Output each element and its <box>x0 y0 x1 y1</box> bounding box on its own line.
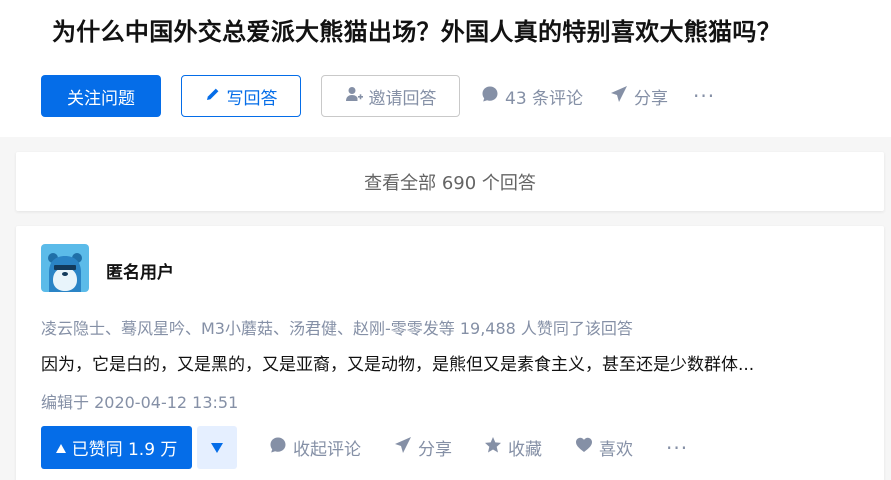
triangle-up-icon <box>55 438 72 458</box>
view-all-answers-label: 查看全部 690 个回答 <box>364 172 536 194</box>
follow-question-label: 关注问题 <box>67 88 135 109</box>
voters-text: 凌云隐士、蓦风星吟、M3小蘑菇、汤君健、赵刚-零零发等 19,488 人赞同了该… <box>41 319 633 338</box>
triangle-down-icon <box>211 438 223 457</box>
question-comments-button[interactable]: 43 条评论 <box>481 75 583 117</box>
answer-excerpt[interactable]: 因为，它是白的，又是黑的，又是亚裔，又是动物，是熊但又是素食主义，甚至还是少数群… <box>41 350 754 375</box>
follow-question-button[interactable]: 关注问题 <box>41 75 161 117</box>
paper-plane-icon <box>394 436 418 459</box>
answer-more-button[interactable]: ··· <box>666 426 688 469</box>
comment-bubble-icon <box>269 436 293 459</box>
vote-up-button[interactable]: 已赞同 1.9 万 <box>41 426 192 469</box>
question-more-button[interactable]: ··· <box>693 75 715 117</box>
question-title[interactable]: 为什么中国外交总爱派大熊猫出场？外国人真的特别喜欢大熊猫吗？ <box>52 14 891 50</box>
star-icon <box>484 436 508 459</box>
answer-card: 匿名用户 凌云隐士、蓦风星吟、M3小蘑菇、汤君健、赵刚-零零发等 19,488 … <box>16 226 884 480</box>
view-all-answers-button[interactable]: 查看全部 690 个回答 <box>16 152 884 211</box>
vote-up-label: 已赞同 1.9 万 <box>71 440 178 460</box>
answer-share-label: 分享 <box>418 440 452 460</box>
write-answer-button[interactable]: 写回答 <box>181 75 301 117</box>
author-name[interactable]: 匿名用户 <box>106 258 174 283</box>
question-share-button[interactable]: 分享 <box>610 75 668 117</box>
paper-plane-icon <box>610 85 634 108</box>
write-answer-label: 写回答 <box>226 88 278 109</box>
heart-icon <box>575 436 599 459</box>
like-button[interactable]: 喜欢 <box>575 426 633 469</box>
favorite-button[interactable]: 收藏 <box>484 426 542 469</box>
question-comments-label: 43 条评论 <box>505 88 584 109</box>
collapse-comments-button[interactable]: 收起评论 <box>269 426 361 469</box>
pencil-icon <box>205 86 227 107</box>
question-header: 为什么中国外交总爱派大熊猫出场？外国人真的特别喜欢大熊猫吗？ 关注问题 写回答 … <box>0 0 891 137</box>
invite-answer-label: 邀请回答 <box>368 88 437 109</box>
answer-share-button[interactable]: 分享 <box>394 426 452 469</box>
favorite-label: 收藏 <box>508 440 542 460</box>
vote-down-button[interactable] <box>197 426 237 469</box>
like-label: 喜欢 <box>599 440 633 460</box>
add-person-icon <box>345 86 369 107</box>
edited-time: 编辑于 2020-04-12 13:51 <box>41 393 239 412</box>
anonymous-avatar[interactable] <box>41 244 89 292</box>
invite-answer-button[interactable]: 邀请回答 <box>321 75 460 117</box>
collapse-comments-label: 收起评论 <box>293 440 361 460</box>
comment-bubble-icon <box>481 85 505 108</box>
question-share-label: 分享 <box>634 88 668 109</box>
